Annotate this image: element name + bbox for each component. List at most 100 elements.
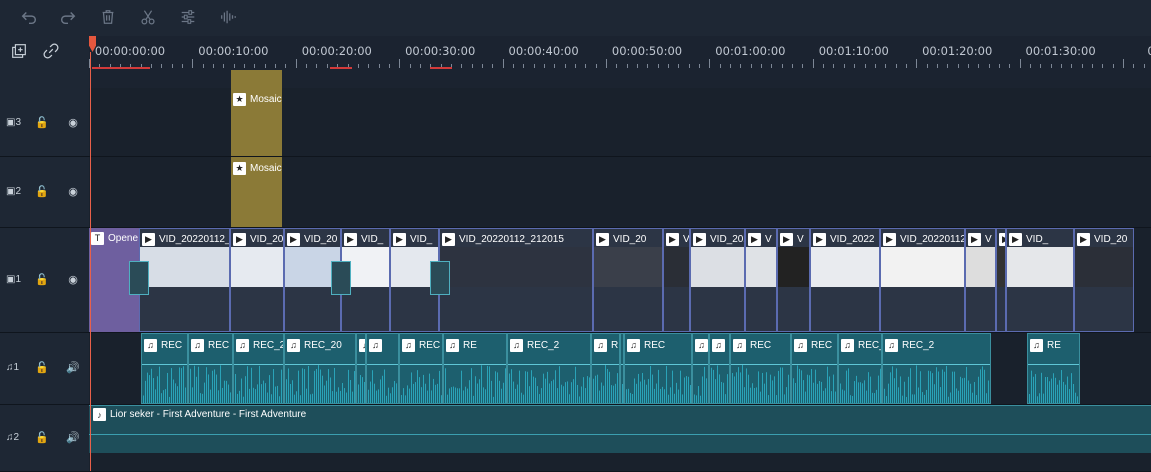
- clip-thumbnail: [231, 247, 283, 287]
- video-clip[interactable]: ▶ VID_20: [593, 228, 663, 332]
- video-clip[interactable]: ▶ VID_20220112: [880, 228, 965, 332]
- video-clip[interactable]: ▶ VID_20220112_: [139, 228, 230, 332]
- play-icon: ▶: [344, 232, 357, 246]
- audio-clip[interactable]: ♫ REC: [188, 333, 233, 404]
- audio-clip[interactable]: ♫RE: [1027, 333, 1080, 404]
- redo-icon[interactable]: [58, 8, 78, 28]
- clip-thumbnail: [691, 247, 744, 287]
- clip-title: REC: [811, 339, 833, 351]
- volume-line: [357, 364, 365, 365]
- cut-icon[interactable]: [138, 8, 158, 28]
- ruler-tick: [574, 64, 576, 68]
- clip-thumbnail: [778, 247, 809, 287]
- audio-clip[interactable]: ♫ REC: [399, 333, 443, 404]
- audio-clip[interactable]: ♫ REC_: [591, 333, 620, 404]
- play-icon: ▶: [813, 232, 826, 246]
- link-icon[interactable]: [41, 42, 61, 62]
- audio-clip[interactable]: ♫ REC: [141, 333, 188, 404]
- ruler-tick: [843, 64, 845, 68]
- ruler-tick: [481, 64, 483, 68]
- volume-line: [883, 364, 990, 365]
- track-header-audio-2: ♫2 🔓 🔊: [0, 405, 89, 472]
- ruler-tick: [543, 64, 545, 68]
- volume-line: [621, 364, 623, 365]
- audio-track-2[interactable]: ♪ Lior seker - First Adventure - First Ad…: [89, 405, 1151, 472]
- transition-marker[interactable]: [129, 261, 149, 295]
- video-track-icon: ▣3: [6, 117, 22, 128]
- ruler-time-label: 00:01:30:00: [1025, 44, 1096, 58]
- adjust-icon[interactable]: [178, 8, 198, 28]
- audio-clip[interactable]: ♫ REC_2: [507, 333, 591, 404]
- transition-marker[interactable]: [430, 261, 450, 295]
- audio-clip[interactable]: ♫: [356, 333, 366, 404]
- video-clip[interactable]: ▶V: [745, 228, 777, 332]
- audio-clip[interactable]: ♫ REC_20: [284, 333, 356, 404]
- music-note-icon: ♫: [369, 338, 382, 352]
- video-clip[interactable]: ▶V: [965, 228, 996, 332]
- ruler-tick: [823, 64, 825, 68]
- eye-icon[interactable]: ◉: [66, 273, 80, 286]
- mosaic-clip[interactable]: ★ Mosaic: [231, 88, 282, 156]
- delete-icon[interactable]: [98, 8, 118, 28]
- lock-icon[interactable]: 🔓: [35, 431, 49, 444]
- audio-clip[interactable]: ♫ REC_2: [882, 333, 991, 404]
- mosaic-clip[interactable]: ★ Mosaic: [231, 157, 282, 227]
- audio-track-1[interactable]: ♫REC♫REC♫REC_20♫REC_20♫♫♫REC♫RE♫REC_2♫RE…: [89, 333, 1151, 405]
- ruler-tick: [864, 64, 866, 68]
- video-track-2[interactable]: ★ Mosaic: [89, 157, 1151, 228]
- ruler-tick: [916, 59, 918, 68]
- audio-clip[interactable]: ♫ REC_20220111_200: [838, 333, 882, 404]
- video-track-3[interactable]: ★ Mosaic: [89, 88, 1151, 157]
- audio-clip[interactable]: ♫: [366, 333, 399, 404]
- ruler-tick: [647, 64, 649, 68]
- music-clip[interactable]: ♪ Lior seker - First Adventure - First Ad…: [89, 405, 1151, 453]
- ruler-tick: [213, 64, 215, 68]
- lock-icon[interactable]: 🔓: [35, 185, 49, 198]
- video-clip[interactable]: ▶V: [996, 228, 1006, 332]
- waveform: [358, 375, 365, 403]
- add-track-icon[interactable]: [9, 42, 29, 62]
- clip-title: VID_20: [304, 233, 338, 245]
- play-icon: ▶: [666, 232, 679, 246]
- video-clip[interactable]: ▶ VID_20: [1074, 228, 1134, 332]
- volume-line: [693, 364, 708, 365]
- audio-clip[interactable]: ♫: [692, 333, 709, 404]
- audio-wave-icon[interactable]: [218, 8, 238, 28]
- ruler-tick: [595, 64, 597, 68]
- clip-title: V: [797, 233, 804, 245]
- eye-icon[interactable]: ◉: [66, 185, 80, 198]
- play-icon: ▶: [968, 232, 981, 246]
- clip-title: Mosaic: [250, 162, 282, 174]
- ruler-tick: [771, 64, 773, 68]
- speaker-icon[interactable]: 🔊: [66, 361, 80, 374]
- time-ruler[interactable]: 00:00:00:00 00:00:10:00 00:00:20:00 00:00:3…: [89, 36, 1151, 70]
- video-clip[interactable]: ▶ VID_20: [230, 228, 284, 332]
- waveform: [711, 365, 728, 403]
- ruler-tick: [1060, 64, 1062, 68]
- video-clip[interactable]: ▶ VID_: [1006, 228, 1074, 332]
- ruler-tick: [1102, 64, 1104, 68]
- lock-icon[interactable]: 🔓: [35, 116, 49, 129]
- video-clip[interactable]: ▶V: [777, 228, 810, 332]
- video-clip[interactable]: ▶ VID_2022: [690, 228, 745, 332]
- video-clip[interactable]: ▶ VID: [663, 228, 690, 332]
- play-icon: ▶: [1077, 232, 1090, 246]
- audio-clip[interactable]: ♫ REC: [624, 333, 692, 404]
- eye-icon[interactable]: ◉: [66, 116, 80, 129]
- video-track-1[interactable]: T Opene ▶ VID_20220112_ ▶ VID_20 ▶ VID_20 ▶ VID_…: [89, 228, 1151, 333]
- video-clip[interactable]: ▶ VID_20220112_212015: [439, 228, 593, 332]
- transition-marker[interactable]: [331, 261, 351, 295]
- track-number: 1: [15, 274, 22, 285]
- mosaic-clip-top[interactable]: [231, 70, 282, 88]
- video-clip[interactable]: ▶ VID_2022: [810, 228, 880, 332]
- audio-clip[interactable]: ♫ REC: [730, 333, 791, 404]
- audio-clip[interactable]: ♫ REC: [791, 333, 838, 404]
- lock-icon[interactable]: 🔓: [35, 273, 49, 286]
- lock-icon[interactable]: 🔓: [35, 361, 49, 374]
- audio-clip[interactable]: ♫RE: [709, 333, 730, 404]
- undo-icon[interactable]: [19, 8, 39, 28]
- speaker-icon[interactable]: 🔊: [66, 431, 80, 444]
- audio-clip[interactable]: ♫RE: [443, 333, 507, 404]
- audio-clip[interactable]: ♫ REC_20: [233, 333, 284, 404]
- play-icon: ▶: [748, 232, 761, 246]
